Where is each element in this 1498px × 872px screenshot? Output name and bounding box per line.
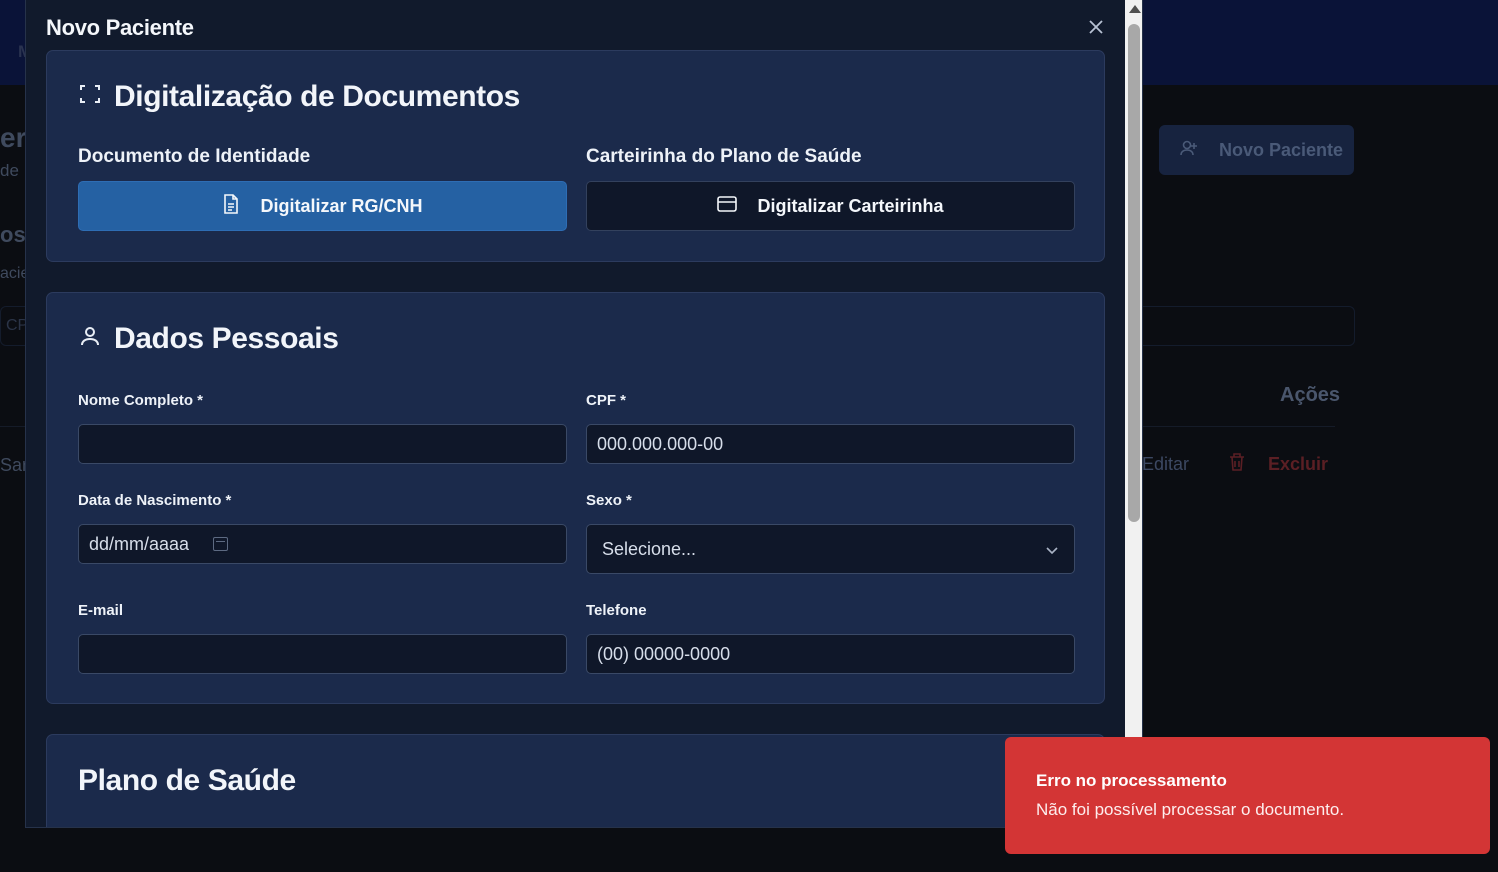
trash-icon: [1228, 452, 1246, 477]
credit-card-icon: [717, 195, 738, 217]
error-toast[interactable]: Erro no processamento Não foi possível p…: [1005, 737, 1490, 854]
name-input[interactable]: [78, 424, 567, 464]
section-title: Dados Pessoais: [114, 322, 339, 355]
email-label: E-mail: [78, 602, 124, 619]
bg-text-fragment: os: [0, 222, 26, 247]
birth-date-placeholder: dd/mm/aaaa: [89, 533, 190, 554]
birth-date-input[interactable]: dd/mm/aaaa: [78, 524, 567, 564]
bg-delete-label: Excluir: [1268, 454, 1329, 474]
scan-icon: [78, 80, 102, 114]
documents-card: Digitalização de Documentos Documento de…: [46, 50, 1105, 262]
phone-placeholder: (00) 00000-0000: [597, 643, 731, 664]
bg-new-patient-button: Novo Paciente: [1159, 125, 1354, 175]
sex-label: Sexo *: [586, 492, 632, 509]
scan-id-button-label: Digitalizar RG/CNH: [260, 195, 423, 216]
bg-delete-link: Excluir: [1228, 452, 1328, 477]
toast-title: Erro no processamento: [1036, 771, 1227, 790]
bg-edit-link: Editar: [1142, 454, 1190, 474]
email-input[interactable]: [78, 634, 567, 674]
bg-new-patient-label: Novo Paciente: [1219, 139, 1344, 160]
bg-column-actions: Ações: [1280, 384, 1341, 406]
toast-message: Não foi possível processar o documento.: [1036, 800, 1345, 819]
name-label: Nome Completo *: [78, 392, 204, 409]
health-plan-card: Plano de Saúde: [46, 734, 1105, 827]
calendar-icon[interactable]: [213, 537, 229, 551]
chevron-down-icon: [1045, 539, 1059, 560]
scan-card-button-label: Digitalizar Carteirinha: [757, 195, 944, 216]
new-patient-modal: Novo Paciente Digitalização de Documento…: [25, 0, 1143, 828]
bg-text-fragment: de: [0, 161, 19, 180]
sex-select-value: Selecione...: [602, 538, 697, 559]
cpf-placeholder: 000.000.000-00: [597, 433, 724, 454]
user-icon: [78, 322, 102, 356]
id-document-label: Documento de Identidade: [78, 146, 311, 167]
document-icon: [222, 193, 240, 219]
health-plan-card-title: Plano de Saúde: [78, 764, 296, 798]
scroll-thumb[interactable]: [1128, 24, 1140, 522]
section-title: Digitalização de Documentos: [114, 80, 520, 113]
add-user-icon: [1179, 138, 1199, 163]
documents-card-title: Digitalização de Documentos: [78, 80, 520, 114]
close-icon[interactable]: [1086, 17, 1106, 37]
phone-input[interactable]: (00) 00000-0000: [586, 634, 1075, 674]
bg-text-fragment: er: [0, 122, 27, 153]
birth-date-label: Data de Nascimento *: [78, 492, 232, 509]
scroll-up-arrow-icon[interactable]: [1129, 5, 1141, 13]
phone-label: Telefone: [586, 602, 647, 619]
scan-card-button[interactable]: Digitalizar Carteirinha: [586, 181, 1075, 231]
modal-scrollbar[interactable]: [1125, 0, 1142, 827]
bg-text-fragment: Sar: [0, 455, 29, 475]
scan-id-button[interactable]: Digitalizar RG/CNH: [78, 181, 567, 231]
cpf-label: CPF *: [586, 392, 627, 409]
cpf-input[interactable]: 000.000.000-00: [586, 424, 1075, 464]
personal-data-card: Dados Pessoais Nome Completo * CPF * 000…: [46, 292, 1105, 704]
modal-title: Novo Paciente: [46, 15, 194, 40]
personal-data-card-title: Dados Pessoais: [78, 322, 339, 356]
health-card-label: Carteirinha do Plano de Saúde: [586, 146, 862, 167]
section-title: Plano de Saúde: [78, 764, 296, 797]
sex-select[interactable]: Selecione...: [586, 524, 1075, 574]
